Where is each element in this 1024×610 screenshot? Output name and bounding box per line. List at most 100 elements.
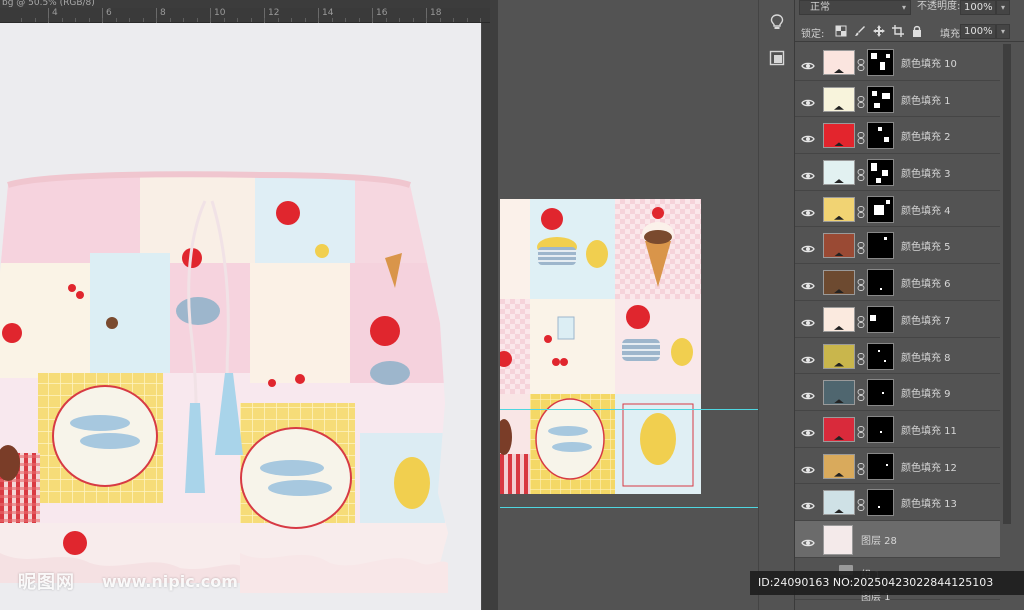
fill-input[interactable]: 100% [960, 24, 996, 39]
blend-mode-select[interactable]: 正常 ▾ [799, 0, 911, 15]
ruler-minor-tick [142, 18, 144, 22]
lock-all-icon[interactable] [911, 25, 923, 37]
color-fill-swatch[interactable] [823, 306, 855, 332]
layer-mask-thumbnail[interactable] [867, 269, 894, 297]
color-fill-swatch[interactable] [823, 343, 855, 369]
layer-row[interactable]: 颜色填充 9 [795, 374, 1000, 411]
chain-link-icon[interactable] [857, 129, 865, 145]
chain-link-icon[interactable] [857, 350, 865, 365]
eye-icon[interactable] [801, 166, 815, 180]
canvas-vertical-scrollbar[interactable] [482, 23, 490, 610]
eye-icon[interactable] [801, 129, 815, 143]
layer-mask-thumbnail[interactable] [867, 232, 894, 260]
lightbulb-icon[interactable] [763, 8, 791, 36]
color-fill-swatch[interactable] [823, 270, 855, 296]
photoshop-workspace: bg @ 50.5% (RGB/8) 4 6 8 10 12 14 16 18 [0, 0, 1024, 610]
chain-link-icon[interactable] [857, 496, 865, 512]
eye-icon[interactable] [801, 386, 815, 400]
shorts-mockup-artboard[interactable] [0, 23, 481, 610]
layer-mask-thumbnail[interactable] [867, 342, 894, 370]
layer-mask-thumbnail[interactable] [867, 49, 894, 76]
panel-dock-icon[interactable] [763, 44, 791, 72]
watermark-logo: 昵图网 [18, 568, 75, 594]
eye-icon[interactable] [801, 239, 815, 253]
chain-link-icon[interactable] [857, 166, 865, 182]
layer-mask-thumbnail[interactable] [867, 379, 894, 407]
layer-mask-thumbnail[interactable] [867, 452, 894, 480]
opacity-dropdown-button[interactable]: ▾ [996, 0, 1010, 15]
color-fill-swatch[interactable] [823, 233, 855, 259]
chain-link-icon[interactable] [857, 56, 865, 71]
chain-link-icon[interactable] [857, 313, 865, 328]
layer-row[interactable]: 颜色填充 13 [795, 484, 1000, 521]
guide-line-bottom[interactable] [500, 507, 792, 508]
image-layer-thumbnail[interactable] [823, 524, 853, 555]
layer-row[interactable]: 颜色填充 8 [795, 338, 1000, 375]
color-fill-swatch[interactable] [823, 160, 855, 186]
eye-icon[interactable] [801, 276, 815, 290]
eye-icon[interactable] [801, 533, 815, 547]
ruler-minor-tick [34, 18, 36, 22]
eye-icon[interactable] [801, 423, 815, 437]
eye-icon[interactable] [801, 203, 815, 217]
layer-row[interactable]: 颜色填充 2 [795, 117, 1000, 155]
lock-artboard-icon[interactable] [892, 25, 904, 37]
lock-transparent-icon[interactable] [835, 25, 847, 37]
ruler-minor-tick [426, 18, 427, 22]
document-tab[interactable]: bg @ 50.5% (RGB/8) [0, 0, 490, 8]
chain-link-icon[interactable] [857, 239, 865, 255]
ruler-minor-tick [399, 18, 400, 22]
color-fill-swatch[interactable] [823, 123, 855, 149]
layer-row[interactable]: 颜色填充 6 [795, 264, 1000, 301]
layer-mask-thumbnail[interactable] [867, 415, 894, 443]
color-fill-swatch[interactable] [823, 380, 855, 406]
layers-list: 颜色填充 10 颜色填充 1 颜色填充 2 颜色填充 3 颜色填充 4 颜色填充 5 颜色填… [795, 44, 1000, 603]
watermark-url-text: www.nipic.com [102, 572, 238, 591]
canvas-area[interactable] [0, 23, 490, 610]
chain-link-icon[interactable] [857, 423, 865, 438]
fill-dropdown-button[interactable]: ▾ [996, 24, 1010, 39]
guide-line-top[interactable] [500, 409, 792, 410]
layer-row[interactable]: 颜色填充 12 [795, 448, 1000, 485]
eye-icon[interactable] [801, 460, 815, 473]
color-fill-swatch[interactable] [823, 416, 855, 442]
layer-mask-thumbnail[interactable] [867, 122, 894, 150]
layer-row[interactable]: 颜色填充 11 [795, 411, 1000, 448]
lock-brush-icon[interactable] [854, 25, 866, 37]
layer-row[interactable]: 颜色填充 4 [795, 191, 1000, 228]
chain-link-icon[interactable] [857, 386, 865, 402]
layer-mask-thumbnail[interactable] [867, 489, 894, 517]
eye-icon[interactable] [801, 93, 815, 106]
horizontal-ruler: 4 6 8 10 12 14 16 18 [0, 8, 490, 23]
opacity-input[interactable]: 100% [960, 0, 996, 15]
layer-mask-thumbnail[interactable] [867, 85, 894, 113]
layers-scrollbar[interactable] [1003, 44, 1011, 524]
color-fill-swatch[interactable] [823, 490, 855, 516]
color-fill-swatch[interactable] [823, 50, 855, 75]
layer-mask-thumbnail[interactable] [867, 305, 894, 333]
layer-row[interactable]: 颜色填充 10 [795, 44, 1000, 81]
watermark-id-bar: ID:24090163 NO:20250423022844125103 [750, 571, 1024, 595]
chain-link-icon[interactable] [857, 203, 865, 218]
ruler-minor-tick [318, 18, 319, 22]
layer-row[interactable]: 颜色填充 3 [795, 154, 1000, 191]
chain-link-icon[interactable] [857, 276, 865, 292]
layer-row[interactable]: 颜色填充 7 [795, 301, 1000, 338]
lock-move-icon[interactable] [873, 25, 885, 37]
layer-mask-thumbnail[interactable] [867, 195, 894, 223]
pattern-preview-image[interactable] [500, 199, 701, 494]
layer-row-image[interactable]: 图层 28 [795, 520, 1000, 558]
chain-link-icon[interactable] [857, 93, 865, 108]
eye-icon[interactable] [801, 350, 815, 363]
color-fill-swatch[interactable] [823, 453, 855, 479]
color-fill-swatch[interactable] [823, 196, 855, 222]
eye-icon[interactable] [801, 313, 815, 327]
layer-mask-thumbnail[interactable] [867, 159, 894, 187]
color-fill-swatch[interactable] [823, 86, 855, 112]
layer-row[interactable]: 颜色填充 5 [795, 227, 1000, 265]
eye-icon[interactable] [801, 56, 815, 70]
eye-icon[interactable] [801, 496, 815, 510]
layer-row[interactable]: 颜色填充 1 [795, 81, 1000, 118]
ruler-minor-tick [129, 18, 130, 22]
chain-link-icon[interactable] [857, 460, 865, 475]
